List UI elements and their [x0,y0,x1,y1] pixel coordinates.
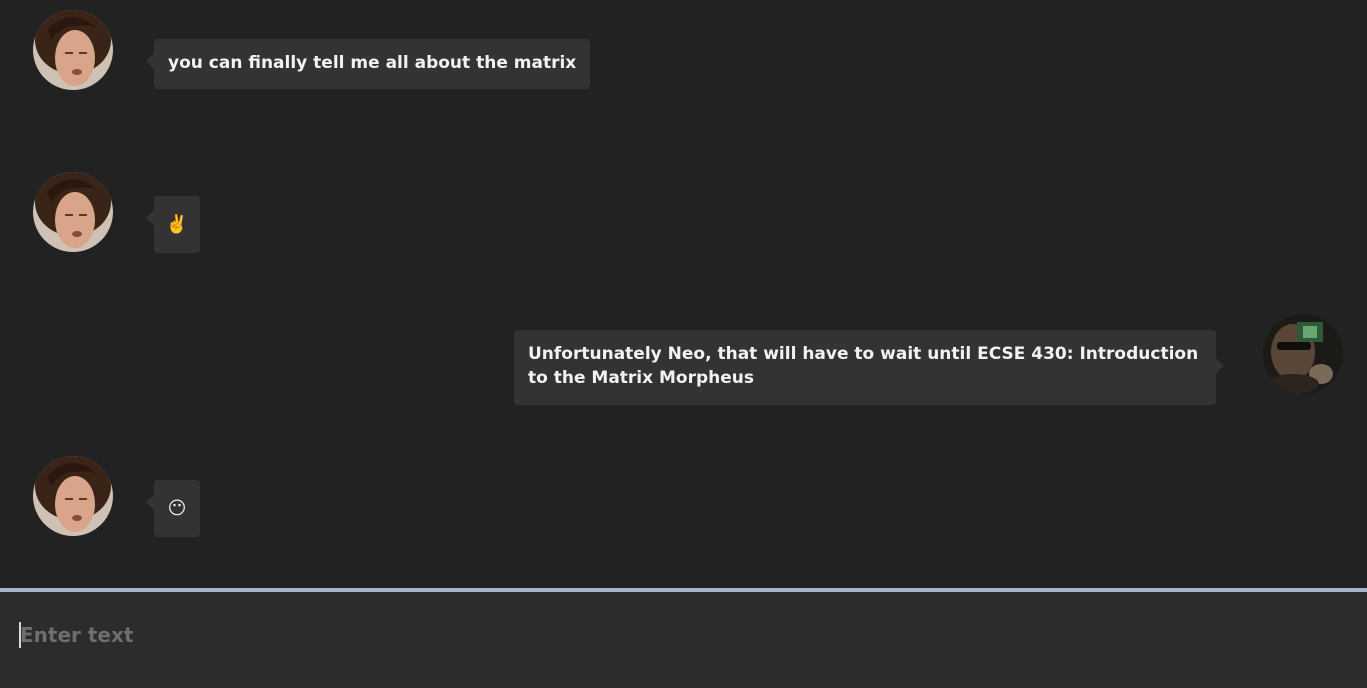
chat-message-list[interactable]: you can finally tell me all about the ma… [0,0,1367,588]
neo-avatar-image [33,172,113,252]
no-mouth-face-emoji: 😶 [167,498,187,519]
message-composer [0,592,1367,688]
morpheus-avatar-image [1263,314,1343,394]
message-bubble: 😶 [146,480,200,537]
morpheus-avatar[interactable] [1263,314,1343,394]
neo-avatar-image [33,10,113,90]
neo-avatar-image [33,456,113,536]
message-text: you can finally tell me all about the ma… [168,53,577,73]
message-bubble: ✌️ [146,196,200,253]
neo-avatar[interactable] [33,456,113,536]
victory-hand-emoji: ✌️ [165,214,189,235]
message-text: Unfortunately Neo, that will have to wai… [528,344,1199,388]
message-input[interactable] [18,620,1342,650]
message-bubble: you can finally tell me all about the ma… [145,39,591,89]
neo-avatar[interactable] [33,10,113,90]
text-caret [19,622,21,648]
message-bubble: Unfortunately Neo, that will have to wai… [514,330,1224,405]
neo-avatar[interactable] [33,172,113,252]
